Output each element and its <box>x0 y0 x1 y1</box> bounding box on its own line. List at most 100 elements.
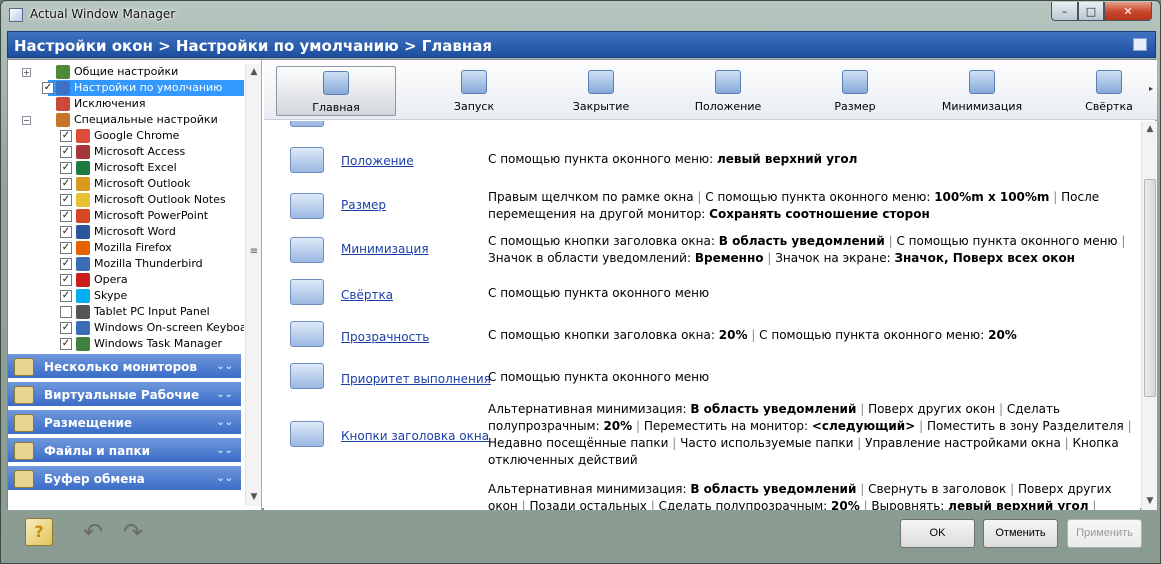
tree-item[interactable]: ✓ Skype <box>8 288 244 304</box>
tab-main[interactable]: Главная <box>276 66 396 116</box>
cancel-button[interactable]: Отменить <box>983 519 1058 548</box>
scroll-grip-icon[interactable]: ≡ <box>246 244 262 260</box>
list-scrollbar[interactable]: ▲ ▼ <box>1141 121 1157 510</box>
tree-checkbox[interactable]: ✓ <box>42 82 54 94</box>
tree-item[interactable]: ✓ Microsoft Access <box>8 144 244 160</box>
tree-checkbox[interactable]: ✓ <box>60 210 72 222</box>
tree-item[interactable]: ✓ Microsoft Word <box>8 224 244 240</box>
minimize-button[interactable]: – <box>1051 2 1078 21</box>
description-text: В область уведомлений <box>690 402 857 416</box>
tree-item-label: Mozilla Firefox <box>94 241 172 254</box>
tree-checkbox[interactable]: ✓ <box>60 274 72 286</box>
default-settings-icon <box>56 81 70 95</box>
tree-checkbox[interactable]: ✓ <box>60 290 72 302</box>
chrome-icon <box>76 129 90 143</box>
tree-item[interactable]: ✓ Microsoft Excel <box>8 160 244 176</box>
description-text: С помощью пункта оконного меню <box>488 286 710 300</box>
tree-checkbox[interactable]: ✓ <box>60 242 72 254</box>
tree-item[interactable]: ✓ Настройки по умолчанию <box>42 80 244 96</box>
tree-checkbox[interactable]: ✓ <box>60 194 72 206</box>
tree-checkbox[interactable]: ✓ <box>60 162 72 174</box>
tree-item[interactable]: ✓ Microsoft PowerPoint <box>8 208 244 224</box>
redo-icon[interactable]: ↷ <box>119 518 147 546</box>
setting-link[interactable]: Свёртка <box>341 288 393 302</box>
setting-description: С помощью кнопки заголовка окна: В облас… <box>488 233 1134 267</box>
tab-label: Главная <box>312 101 360 114</box>
tree-item[interactable]: ✓ Microsoft Outlook Notes <box>8 192 244 208</box>
tab-minimize[interactable]: Минимизация <box>922 66 1042 116</box>
setting-link[interactable]: Кнопки заголовка окна <box>341 429 489 443</box>
tree-checkbox[interactable]: ✓ <box>60 338 72 350</box>
tree-item[interactable]: ✓ Mozilla Firefox <box>8 240 244 256</box>
tree-item[interactable]: ✓ Opera <box>8 272 244 288</box>
group-header[interactable]: Виртуальные Рабочие столы⌄⌄ <box>8 382 241 428</box>
setting-link[interactable]: Положение <box>341 154 414 168</box>
group-header[interactable]: Файлы и папки ⌄⌄ <box>8 438 241 464</box>
tree-item[interactable]: Исключения <box>8 96 244 112</box>
setting-link[interactable]: Минимизация <box>341 242 429 256</box>
group-header[interactable]: Несколько мониторов ⌄⌄ <box>8 354 241 380</box>
tree-checkbox[interactable] <box>60 306 72 318</box>
title-bar[interactable]: Actual Window Manager – □ ✕ <box>1 1 1160 29</box>
scroll-up-icon[interactable]: ▲ <box>246 64 262 80</box>
setting-link[interactable]: Приоритет выполнения <box>341 372 491 386</box>
word-icon <box>76 225 90 239</box>
maximize-button[interactable]: □ <box>1078 2 1104 21</box>
tab-rollup[interactable]: Свёртка <box>1049 66 1161 116</box>
tree-item[interactable]: ✓ Google Chrome <box>8 128 244 144</box>
powerpoint-icon <box>76 209 90 223</box>
undo-icon[interactable]: ↶ <box>79 518 107 546</box>
close-button[interactable]: ✕ <box>1104 2 1152 21</box>
tree-item-label: Opera <box>94 273 128 286</box>
rollup-icon <box>1096 70 1122 94</box>
tree-item[interactable]: − Специальные настройки <box>8 112 244 128</box>
tree-item-label: Microsoft Outlook Notes <box>94 193 226 206</box>
tab-label: Свёртка <box>1085 100 1133 113</box>
description-text: С помощью пункта оконного меню <box>892 234 1122 248</box>
setting-link[interactable]: Размер <box>341 198 386 212</box>
description-text: Альтернативная минимизация: <box>488 482 691 496</box>
tab-label: Запуск <box>453 100 495 113</box>
tab-position[interactable]: Положение <box>668 66 788 116</box>
group-label: Файлы и папки <box>44 444 151 458</box>
tab-size[interactable]: Размер <box>795 66 915 116</box>
scroll-up-icon[interactable]: ▲ <box>1142 121 1158 137</box>
tree-item[interactable]: + Общие настройки <box>8 64 244 80</box>
tree-item-label: Skype <box>94 289 128 302</box>
tree-item[interactable]: ✓ Mozilla Thunderbird <box>8 256 244 272</box>
description-text: 20% <box>603 419 633 433</box>
group-header[interactable]: Размещение ⌄⌄ <box>8 410 241 436</box>
tree-item[interactable]: ✓ Windows Task Manager <box>8 336 244 352</box>
tree-scrollbar[interactable]: ▲ ≡ ▼ <box>245 64 261 506</box>
launch-icon <box>461 70 487 94</box>
group-header[interactable]: Буфер обмена ⌄⌄ <box>8 466 241 492</box>
chevron-down-icon[interactable]: ⌄⌄ <box>216 438 233 464</box>
chevron-down-icon[interactable]: ⌄⌄ <box>216 382 233 408</box>
apply-button[interactable]: Применить <box>1067 519 1142 548</box>
help-icon[interactable]: ? <box>25 518 53 546</box>
tree-checkbox[interactable]: ✓ <box>60 130 72 142</box>
tree-checkbox[interactable]: ✓ <box>60 146 72 158</box>
tree-item[interactable]: Tablet PC Input Panel <box>8 304 244 320</box>
scroll-down-icon[interactable]: ▼ <box>1142 493 1158 509</box>
bottom-bar: ? ↶ ↷ OK Отменить Применить <box>7 511 1156 559</box>
chevron-down-icon[interactable]: ⌄⌄ <box>216 354 233 380</box>
tree-item[interactable]: ✓ Microsoft Outlook <box>8 176 244 192</box>
expand-toggle-icon[interactable]: + <box>22 68 31 77</box>
tab-close-window[interactable]: Закрытие <box>541 66 661 116</box>
tree-checkbox[interactable]: ✓ <box>60 226 72 238</box>
chevron-down-icon[interactable]: ⌄⌄ <box>216 410 233 436</box>
scroll-thumb[interactable] <box>1144 179 1156 397</box>
tree-checkbox[interactable]: ✓ <box>60 322 72 334</box>
tree-checkbox[interactable]: ✓ <box>60 258 72 270</box>
tree-item[interactable]: ✓ Windows On-screen Keyboard <box>8 320 244 336</box>
expand-toggle-icon[interactable]: − <box>22 116 31 125</box>
ok-button[interactable]: OK <box>900 519 975 548</box>
description-text: Сделать полупрозрачным: <box>654 499 831 510</box>
chevron-down-icon[interactable]: ⌄⌄ <box>216 466 233 492</box>
tab-launch[interactable]: Запуск <box>414 66 534 116</box>
window-layout-icon[interactable] <box>1133 38 1147 51</box>
tree-checkbox[interactable]: ✓ <box>60 178 72 190</box>
scroll-down-icon[interactable]: ▼ <box>246 489 262 505</box>
setting-link[interactable]: Прозрачность <box>341 330 429 344</box>
